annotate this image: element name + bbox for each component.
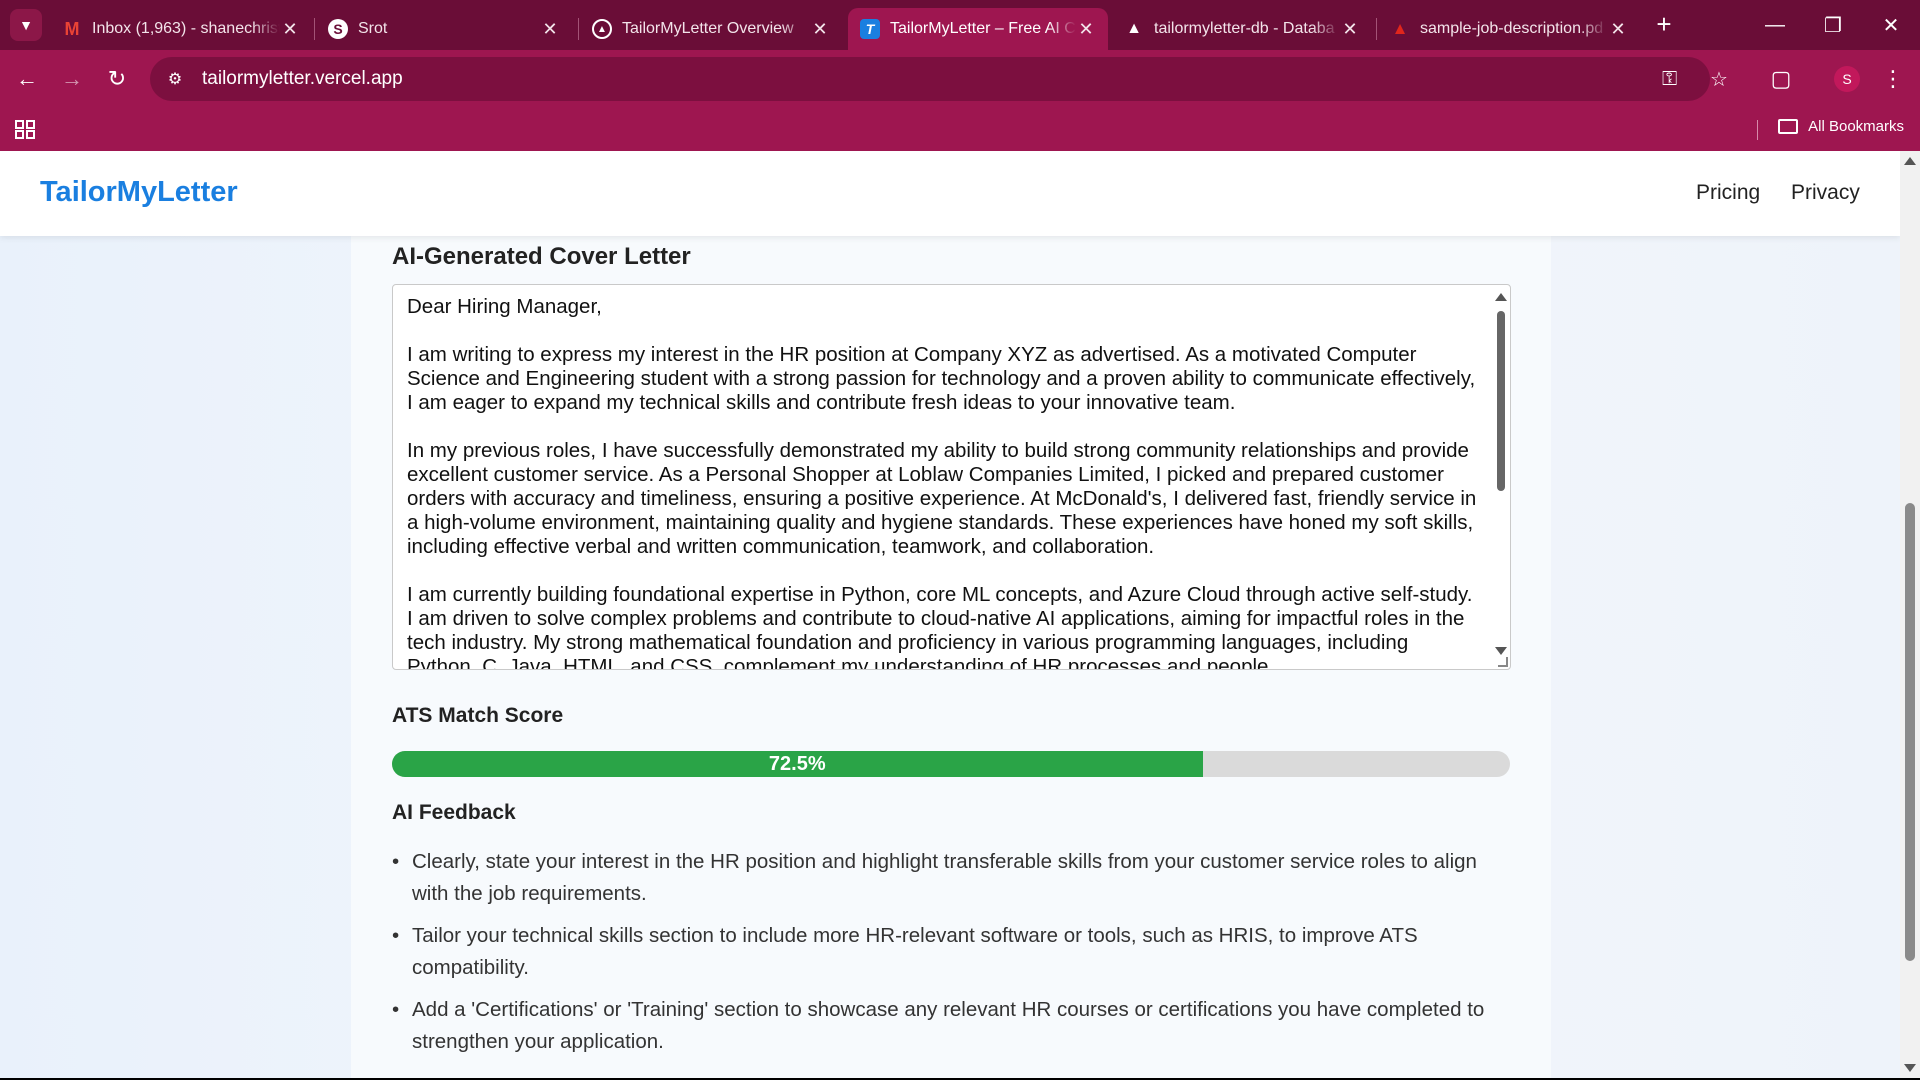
site-info-icon[interactable]: ⚙ (160, 64, 190, 94)
all-bookmarks-button[interactable]: All Bookmarks (1778, 118, 1904, 135)
extensions-button[interactable]: ▢ (1764, 62, 1798, 96)
tab-title: Inbox (1,963) - shanechristi (92, 20, 280, 37)
puzzle-icon: ▢ (1770, 66, 1792, 91)
textarea-scrollbar[interactable] (1494, 289, 1508, 667)
browser-menu-button[interactable]: ⋮ (1876, 62, 1910, 96)
forward-button[interactable]: → (55, 62, 89, 96)
nav-pricing-link[interactable]: Pricing (1696, 181, 1760, 205)
restore-icon: ❐ (1824, 14, 1842, 37)
arrow-right-icon: → (61, 66, 83, 91)
tab-title: sample-job-description.pd (1420, 20, 1604, 37)
ai-feedback-heading: AI Feedback (392, 801, 516, 824)
bookmarks-bar: All Bookmarks (0, 108, 1920, 151)
list-item: Tailor your technical skills section to … (392, 920, 1502, 984)
close-window-button[interactable]: ✕ (1876, 10, 1906, 40)
tailormyletter-icon: T (860, 19, 880, 39)
close-icon[interactable]: ✕ (280, 19, 300, 40)
close-icon[interactable]: ✕ (1608, 19, 1628, 40)
page-scrollbar-thumb[interactable] (1905, 503, 1915, 961)
ats-score-label: 72.5% (768, 752, 826, 775)
new-tab-button[interactable]: + (1650, 8, 1678, 39)
reload-icon: ↻ (107, 66, 127, 91)
ai-feedback-list: Clearly, state your interest in the HR p… (392, 846, 1502, 1068)
scroll-down-icon[interactable] (1495, 647, 1507, 655)
tab-gmail[interactable]: M Inbox (1,963) - shanechristi ✕ (50, 8, 312, 50)
tab-title: TailorMyLetter – Free AI Co (890, 20, 1076, 37)
cover-letter-text[interactable]: Dear Hiring Manager, I am writing to exp… (407, 295, 1477, 669)
app-header: TailorMyLetter Pricing Privacy (0, 151, 1900, 236)
tab-title: tailormyletter-db - Databa (1154, 20, 1335, 37)
ats-score-fill: 72.5% (392, 751, 1203, 777)
gmail-icon: M (64, 18, 80, 39)
scroll-up-icon[interactable] (1495, 293, 1507, 301)
tab-srot[interactable]: S Srot ✕ (316, 8, 572, 50)
scrollbar-thumb[interactable] (1497, 311, 1505, 491)
all-bookmarks-label: All Bookmarks (1808, 118, 1904, 135)
url-text[interactable]: tailormyletter.vercel.app (202, 68, 403, 90)
tab-title: Srot (358, 20, 388, 37)
cover-letter-heading: AI-Generated Cover Letter (392, 243, 691, 270)
arrow-left-icon: ← (16, 66, 38, 91)
close-icon[interactable]: ✕ (810, 19, 830, 40)
minimize-icon: — (1765, 13, 1785, 36)
tab-search-button[interactable]: ▼ (10, 9, 42, 41)
tab-tailormyletter-overview[interactable]: ▲ TailorMyLetter Overview ✕ (580, 8, 842, 50)
database-icon: ▲ (1126, 20, 1142, 37)
chevron-down-icon: ▼ (19, 17, 33, 33)
more-vertical-icon: ⋮ (1882, 66, 1904, 91)
close-icon[interactable]: ✕ (1340, 19, 1360, 40)
page-scrollbar[interactable] (1900, 151, 1920, 1078)
address-bar[interactable]: ⚙ tailormyletter.vercel.app ⚿ ☆ (150, 57, 1728, 101)
pdf-icon: ▲ (1391, 19, 1409, 38)
avatar: S (1834, 66, 1860, 92)
browser-toolbar: ← → ↻ ⚙ tailormyletter.vercel.app ⚿ ☆ ▢ … (0, 50, 1920, 108)
vercel-icon: ▲ (592, 19, 612, 39)
restore-button[interactable]: ❐ (1818, 10, 1848, 40)
tab-pdf[interactable]: ▲ sample-job-description.pd ✕ (1378, 8, 1640, 50)
close-icon[interactable]: ✕ (1076, 19, 1096, 40)
close-icon[interactable]: ✕ (540, 19, 560, 40)
tab-strip: ▼ M Inbox (1,963) - shanechristi ✕ S Sro… (0, 0, 1920, 50)
resize-handle-icon[interactable] (1498, 657, 1508, 667)
brand-logo[interactable]: TailorMyLetter (40, 176, 238, 209)
back-button[interactable]: ← (10, 62, 44, 96)
list-item: Add a 'Certifications' or 'Training' sec… (392, 994, 1502, 1058)
profile-button[interactable]: S (1830, 62, 1864, 96)
scroll-down-icon[interactable] (1904, 1064, 1916, 1072)
folder-icon (1778, 119, 1799, 134)
tab-tailormyletter-active[interactable]: T TailorMyLetter – Free AI Co ✕ (848, 8, 1108, 50)
browser-chrome: ▼ M Inbox (1,963) - shanechristi ✕ S Sro… (0, 0, 1920, 151)
password-key-icon[interactable]: ⚿ (1662, 57, 1677, 101)
nav-privacy-link[interactable]: Privacy (1791, 181, 1860, 205)
minimize-button[interactable]: — (1760, 10, 1790, 40)
ats-score-heading: ATS Match Score (392, 704, 564, 727)
tab-title: TailorMyLetter Overview (622, 20, 794, 37)
apps-grid-icon[interactable] (14, 117, 38, 141)
plus-icon: + (1656, 8, 1672, 39)
bookmark-star-icon[interactable]: ☆ (1710, 57, 1728, 101)
scroll-up-icon[interactable] (1904, 157, 1916, 165)
ats-score-progress-bar: 72.5% (392, 751, 1510, 777)
cover-letter-textarea[interactable]: Dear Hiring Manager, I am writing to exp… (392, 284, 1511, 670)
close-icon: ✕ (1882, 14, 1900, 37)
reload-button[interactable]: ↻ (100, 62, 134, 96)
srot-icon: S (328, 19, 348, 39)
tab-database[interactable]: ▲ tailormyletter-db - Databa ✕ (1112, 8, 1372, 50)
page-viewport: TailorMyLetter Pricing Privacy AI-Genera… (0, 151, 1900, 1078)
list-item: Clearly, state your interest in the HR p… (392, 846, 1502, 910)
